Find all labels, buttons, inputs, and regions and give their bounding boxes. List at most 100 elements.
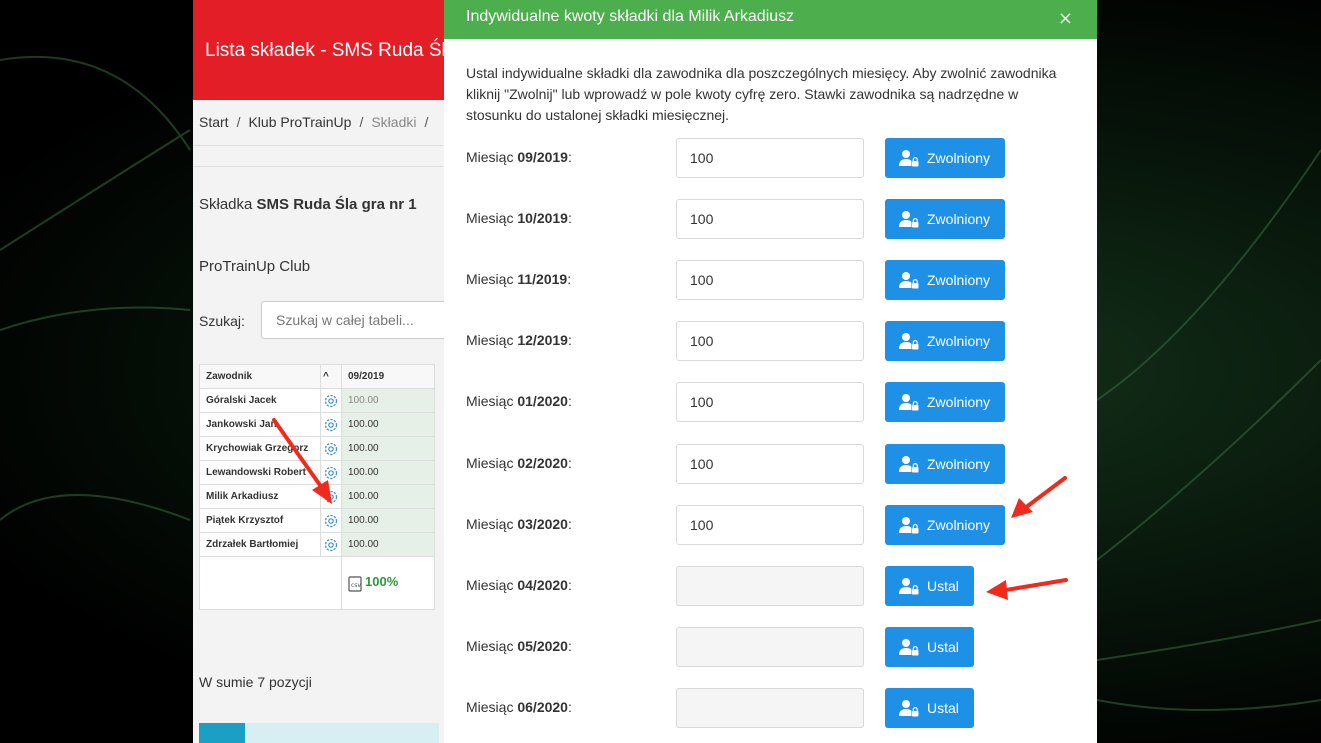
table-row: Milik Arkadiusz 100.00 <box>199 484 435 509</box>
percent-cell: csv 100% <box>341 556 435 610</box>
fee-amount-input[interactable] <box>676 505 864 545</box>
pagination-bar[interactable] <box>199 723 439 743</box>
individual-fees-modal: Indywidualne kwoty składki dla Milik Ark… <box>444 0 1097 743</box>
month-row: Miesiąc 05/2020: Ustal <box>466 627 1086 667</box>
exempt-button[interactable]: Zwolniony <box>885 260 1006 300</box>
breadcrumb-fees[interactable]: Składki <box>371 114 416 130</box>
player-name: Góralski Jacek <box>199 388 321 413</box>
player-settings[interactable] <box>320 508 342 533</box>
breadcrumb-start[interactable]: Start <box>199 114 229 130</box>
exempt-button-label: Zwolniony <box>927 517 991 533</box>
club-name: ProTrainUp Club <box>199 258 311 275</box>
month-row: Miesiąc 01/2020: Zwolniony <box>466 382 1086 422</box>
month-row: Miesiąc 03/2020: Zwolniony <box>466 505 1086 545</box>
fee-amount-input[interactable] <box>676 688 864 728</box>
user-lock-icon <box>899 272 919 289</box>
month-row: Miesiąc 09/2019: Zwolniony <box>466 138 1086 178</box>
search-input[interactable] <box>261 301 461 339</box>
player-settings[interactable] <box>320 412 342 437</box>
month-row: Miesiąc 02/2020: Zwolniony <box>466 444 1086 484</box>
exempt-button-label: Zwolniony <box>927 211 991 227</box>
gear-icon[interactable] <box>323 393 339 409</box>
col-player[interactable]: Zawodnik <box>199 364 321 389</box>
exempt-button[interactable]: Zwolniony <box>885 444 1006 484</box>
gear-icon[interactable] <box>323 537 339 553</box>
month-label: Miesiąc 09/2019: <box>466 149 572 165</box>
exempt-button[interactable]: Zwolniony <box>885 199 1006 239</box>
player-fee-value: 100.00 <box>341 460 435 485</box>
exempt-button[interactable]: Zwolniony <box>885 382 1006 422</box>
month-label: Miesiąc 06/2020: <box>466 699 572 715</box>
col-month[interactable]: 09/2019 <box>341 364 435 389</box>
items-count: W sumie 7 pozycji <box>199 674 312 690</box>
table-row: Jankowski Jan 100.00 <box>199 412 435 437</box>
month-label: Miesiąc 01/2020: <box>466 393 572 409</box>
user-lock-icon <box>899 639 919 656</box>
month-label: Miesiąc 12/2019: <box>466 332 572 348</box>
player-name: Zdrzałek Bartłomiej <box>199 532 321 557</box>
gear-icon[interactable] <box>323 441 339 457</box>
user-lock-icon <box>899 333 919 350</box>
player-fee-value: 100.00 <box>341 412 435 437</box>
month-label: Miesiąc 04/2020: <box>466 577 572 593</box>
fee-amount-input[interactable] <box>676 382 864 422</box>
modal-title: Indywidualne kwoty składki dla Milik Ark… <box>466 8 795 25</box>
player-settings[interactable] <box>320 484 342 509</box>
player-fee-value: 100.00 <box>341 388 435 413</box>
table-row: Krychowiak Grzegorz 100.00 <box>199 436 435 461</box>
gear-icon[interactable] <box>323 465 339 481</box>
fee-amount-input[interactable] <box>676 444 864 484</box>
player-settings[interactable] <box>320 460 342 485</box>
month-row: Miesiąc 12/2019: Zwolniony <box>466 321 1086 361</box>
exempt-button-label: Zwolniony <box>927 333 991 349</box>
exempt-button[interactable]: Zwolniony <box>885 505 1006 545</box>
user-lock-icon <box>899 700 919 717</box>
player-name: Milik Arkadiusz <box>199 484 321 509</box>
user-lock-icon <box>899 578 919 595</box>
fee-amount-input[interactable] <box>676 627 864 667</box>
table-row: Góralski Jacek 100.00 <box>199 388 435 413</box>
month-row: Miesiąc 11/2019: Zwolniony <box>466 260 1086 300</box>
user-lock-icon <box>899 150 919 167</box>
exempt-button-label: Zwolniony <box>927 150 991 166</box>
exempt-button[interactable]: Ustal <box>885 688 974 728</box>
exempt-button[interactable]: Zwolniony <box>885 138 1006 178</box>
fee-amount-input[interactable] <box>676 566 864 606</box>
breadcrumb: Start / Klub ProTrainUp / Składki / <box>199 114 429 130</box>
user-lock-icon <box>899 456 919 473</box>
player-fee-value: 100.00 <box>341 436 435 461</box>
month-label: Miesiąc 05/2020: <box>466 638 572 654</box>
exempt-button-label: Zwolniony <box>927 456 991 472</box>
fee-amount-input[interactable] <box>676 260 864 300</box>
exempt-button[interactable]: Zwolniony <box>885 321 1006 361</box>
fee-title: Składka SMS Ruda Śla gra nr 1 <box>199 196 417 213</box>
breadcrumb-club[interactable]: Klub ProTrainUp <box>248 114 351 130</box>
player-fee-value: 100.00 <box>341 484 435 509</box>
player-settings[interactable] <box>320 388 342 413</box>
gear-icon[interactable] <box>323 513 339 529</box>
table-row: Piątek Krzysztof 100.00 <box>199 508 435 533</box>
svg-text:csv: csv <box>351 582 361 589</box>
month-label: Miesiąc 11/2019: <box>466 271 572 287</box>
fee-amount-input[interactable] <box>676 199 864 239</box>
modal-intro: Ustal indywidualne składki dla zawodnika… <box>466 65 1057 123</box>
close-icon[interactable]: × <box>1052 7 1079 31</box>
table-row: Lewandowski Robert 100.00 <box>199 460 435 485</box>
month-label: Miesiąc 03/2020: <box>466 516 572 532</box>
document-icon: csv <box>348 576 362 592</box>
month-label: Miesiąc 02/2020: <box>466 455 572 471</box>
player-settings[interactable] <box>320 532 342 557</box>
exempt-button[interactable]: Ustal <box>885 566 974 606</box>
user-lock-icon <box>899 517 919 534</box>
exempt-button[interactable]: Ustal <box>885 627 974 667</box>
fee-amount-input[interactable] <box>676 321 864 361</box>
gear-icon[interactable] <box>323 417 339 433</box>
player-settings[interactable] <box>320 436 342 461</box>
sort-icon[interactable]: ^ <box>320 364 342 389</box>
gear-icon[interactable] <box>323 489 339 505</box>
player-fee-value: 100.00 <box>341 532 435 557</box>
player-name: Lewandowski Robert <box>199 460 321 485</box>
fee-amount-input[interactable] <box>676 138 864 178</box>
month-row: Miesiąc 10/2019: Zwolniony <box>466 199 1086 239</box>
modal-header: Indywidualne kwoty składki dla Milik Ark… <box>444 0 1097 39</box>
